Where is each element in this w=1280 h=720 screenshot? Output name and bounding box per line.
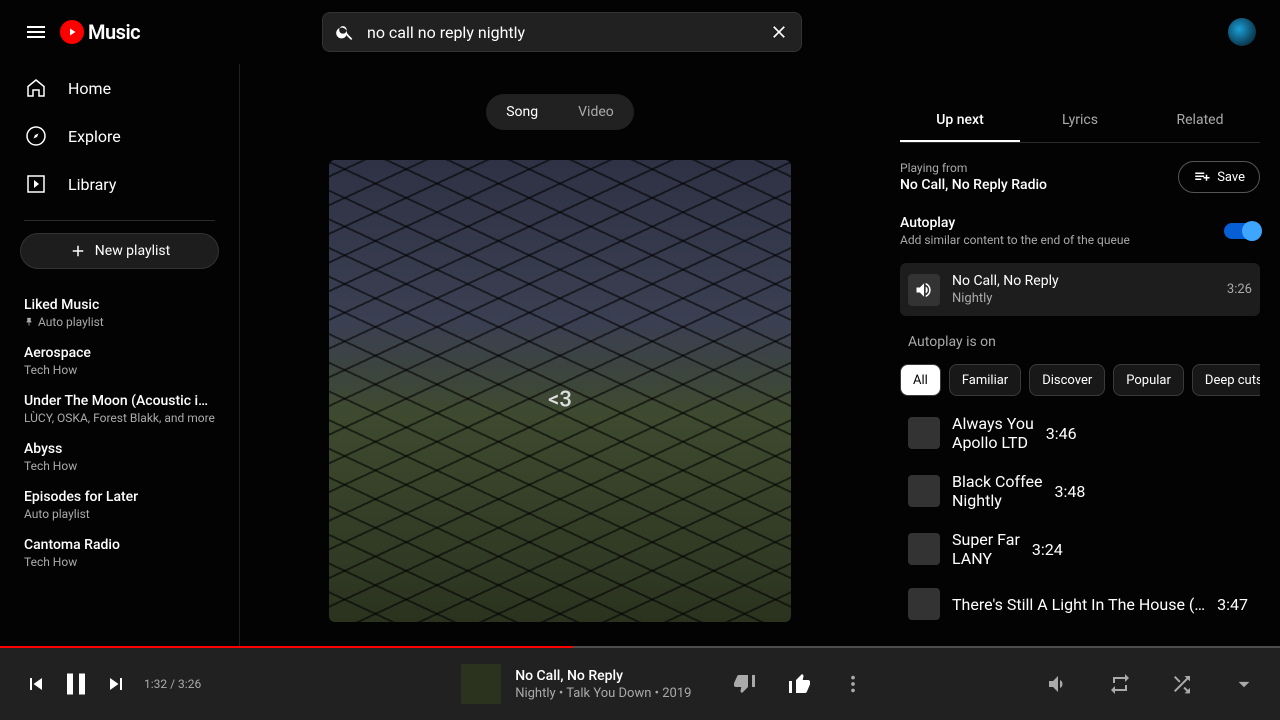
queue-row[interactable]: There's Still A Light In The House (…3:4… <box>900 578 1260 630</box>
queue-thumb <box>908 533 940 565</box>
chip-popular[interactable]: Popular <box>1113 364 1184 396</box>
search-box[interactable] <box>322 12 802 52</box>
queue-row[interactable]: Super FarLANY3:24 <box>900 520 1260 578</box>
new-playlist-label: New playlist <box>95 243 170 259</box>
nav-library[interactable]: Library <box>0 160 239 208</box>
player-bar: 1:32 / 3:26 No Call, No Reply Nightly • … <box>0 648 1280 720</box>
home-icon <box>24 76 48 100</box>
expand-button[interactable] <box>1224 664 1264 704</box>
previous-button[interactable] <box>16 664 56 704</box>
chevron-down-icon <box>1231 671 1257 697</box>
queue-row[interactable]: Always YouApollo LTD3:46 <box>900 404 1260 462</box>
playing-from-name[interactable]: No Call, No Reply Radio <box>900 177 1047 193</box>
shuffle-button[interactable] <box>1162 664 1202 704</box>
time-display: 1:32 / 3:26 <box>144 677 201 691</box>
player-meta[interactable]: Nightly • Talk You Down • 2019 <box>515 686 691 701</box>
center-pane: Song Video <box>240 64 880 648</box>
now-artist: Nightly <box>952 291 1215 306</box>
nav-home-label: Home <box>68 79 111 98</box>
search-icon <box>335 22 355 42</box>
progress-bar[interactable] <box>0 646 1280 648</box>
player-thumb[interactable] <box>461 664 501 704</box>
header: Music <box>0 0 1280 64</box>
nav-home[interactable]: Home <box>0 64 239 112</box>
queue-thumb <box>908 475 940 507</box>
queue-thumb <box>908 588 940 620</box>
playlist-add-icon <box>1193 168 1211 186</box>
filter-chips: AllFamiliarDiscoverPopularDeep cuts <box>900 364 1260 404</box>
volume-icon <box>1046 672 1070 696</box>
more-vert-icon <box>842 673 864 695</box>
song-video-toggle: Song Video <box>486 94 634 130</box>
more-button[interactable] <box>833 664 873 704</box>
chip-all[interactable]: All <box>900 364 941 396</box>
volume-button[interactable] <box>1038 664 1078 704</box>
now-playing-thumb <box>908 274 940 306</box>
dislike-button[interactable] <box>725 664 765 704</box>
playing-from-label: Playing from <box>900 161 1047 175</box>
thumb-up-icon <box>787 672 811 696</box>
menu-icon <box>24 20 48 44</box>
queue-thumb <box>908 417 940 449</box>
chip-deep cuts[interactable]: Deep cuts <box>1192 364 1260 396</box>
thumb-down-icon <box>733 672 757 696</box>
autoplay-on-label: Autoplay is on <box>908 334 1252 350</box>
queue-panel: Up next Lyrics Related Playing from No C… <box>880 64 1280 648</box>
logo[interactable]: Music <box>60 20 140 44</box>
repeat-button[interactable] <box>1100 664 1140 704</box>
toggle-video[interactable]: Video <box>558 94 634 130</box>
logo-text: Music <box>88 20 140 44</box>
speaker-icon <box>914 280 934 300</box>
shuffle-icon <box>1170 672 1194 696</box>
hamburger-menu[interactable] <box>16 12 56 52</box>
playlist-item[interactable]: AerospaceTech How <box>0 337 239 385</box>
like-button[interactable] <box>779 664 819 704</box>
now-playing-row[interactable]: No Call, No Reply Nightly 3:26 <box>900 263 1260 316</box>
nav-explore-label: Explore <box>68 127 121 146</box>
plus-icon <box>69 242 87 260</box>
now-duration: 3:26 <box>1227 282 1252 297</box>
chip-discover[interactable]: Discover <box>1029 364 1105 396</box>
playlist-item[interactable]: Cantoma RadioTech How <box>0 529 239 577</box>
playlist-item[interactable]: Liked Music Auto playlist <box>0 289 239 337</box>
play-pause-button[interactable] <box>56 664 96 704</box>
clear-search-icon[interactable] <box>769 22 789 42</box>
playlist-item[interactable]: Under The Moon (Acoustic i…LÙCY, OSKA, F… <box>0 385 239 433</box>
logo-play-icon <box>60 20 84 44</box>
toggle-song[interactable]: Song <box>486 94 558 130</box>
divider <box>24 220 215 221</box>
library-icon <box>24 172 48 196</box>
queue-row[interactable]: Black CoffeeNightly3:48 <box>900 462 1260 520</box>
pause-icon <box>58 666 94 702</box>
save-label: Save <box>1217 170 1245 185</box>
autoplay-sub: Add similar content to the end of the qu… <box>900 233 1130 247</box>
tab-lyrics[interactable]: Lyrics <box>1020 100 1140 142</box>
now-title: No Call, No Reply <box>952 273 1215 289</box>
tab-upnext[interactable]: Up next <box>900 100 1020 142</box>
sidebar: Home Explore Library New playlist Liked … <box>0 0 240 648</box>
chip-familiar[interactable]: Familiar <box>949 364 1021 396</box>
repeat-icon <box>1108 672 1132 696</box>
save-button[interactable]: Save <box>1178 161 1260 193</box>
playlist-item[interactable]: AbyssTech How <box>0 433 239 481</box>
nav-library-label: Library <box>68 175 116 194</box>
autoplay-title: Autoplay <box>900 215 1130 231</box>
player-title[interactable]: No Call, No Reply <box>515 668 691 684</box>
tab-related[interactable]: Related <box>1140 100 1260 142</box>
search-input[interactable] <box>367 23 757 42</box>
next-button[interactable] <box>96 664 136 704</box>
playlist-item[interactable]: Episodes for LaterAuto playlist <box>0 481 239 529</box>
autoplay-toggle[interactable] <box>1224 223 1260 239</box>
album-art[interactable] <box>329 160 791 622</box>
explore-icon <box>24 124 48 148</box>
skip-next-icon <box>104 672 128 696</box>
nav-explore[interactable]: Explore <box>0 112 239 160</box>
avatar[interactable] <box>1228 18 1256 46</box>
new-playlist-button[interactable]: New playlist <box>20 233 219 269</box>
skip-previous-icon <box>24 672 48 696</box>
